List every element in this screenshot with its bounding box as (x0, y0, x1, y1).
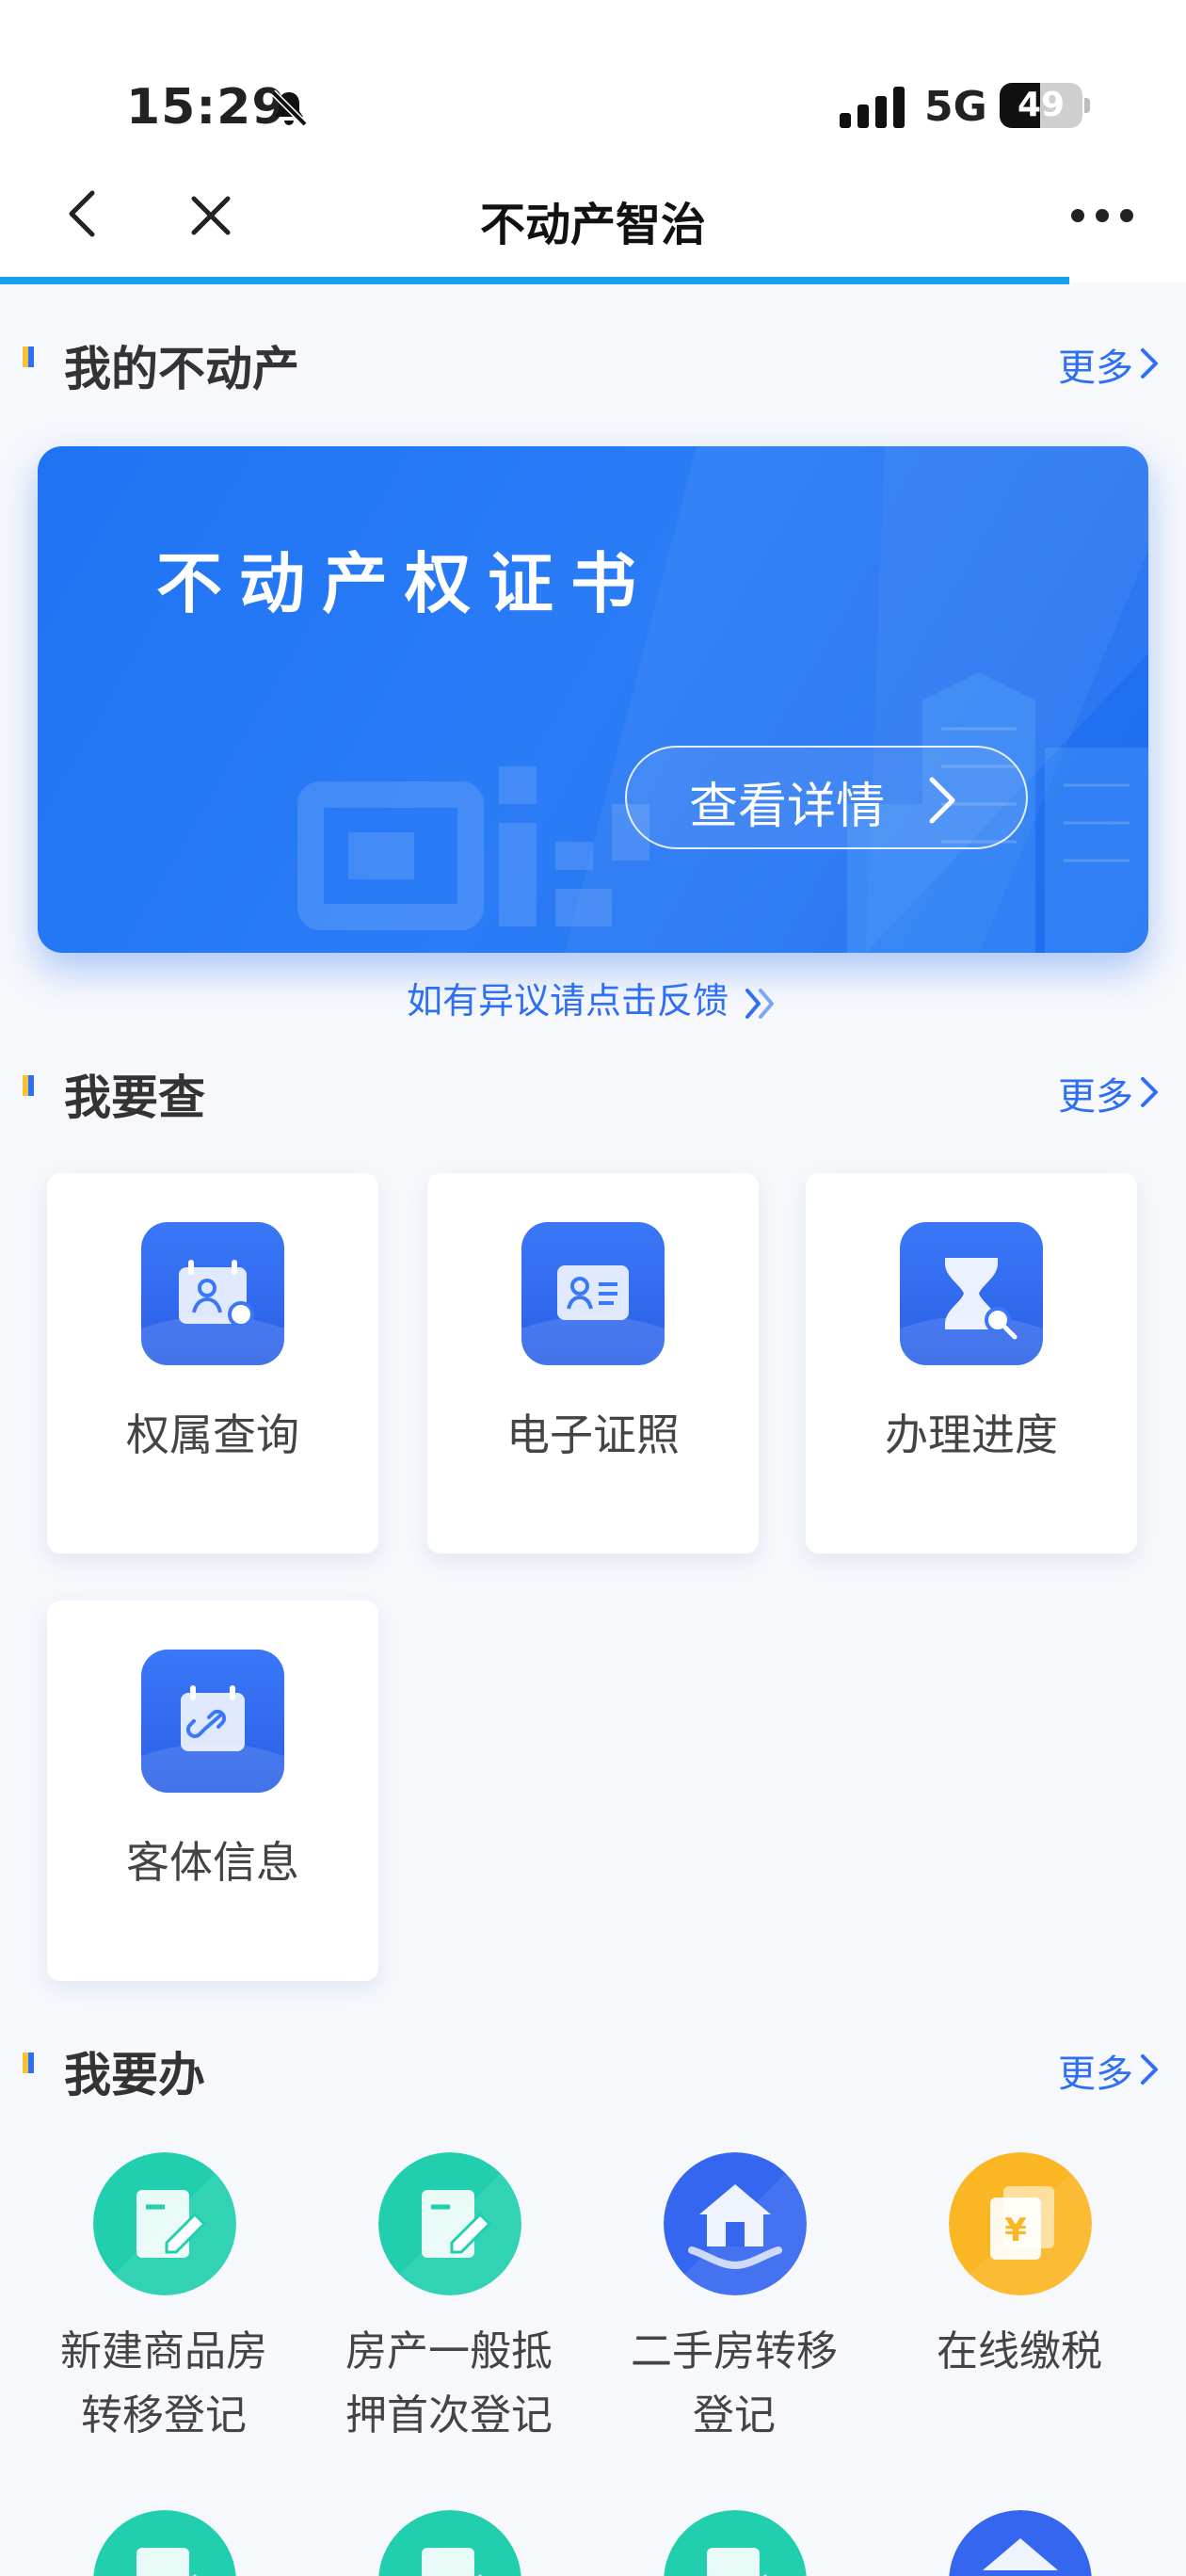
edit-form-icon (378, 2152, 521, 2295)
yuan-document-icon: ¥ (949, 2152, 1092, 2295)
edit-form-icon[interactable] (664, 2510, 807, 2576)
tile-label: 办理进度 (885, 1409, 1058, 1460)
tile-label: 客体信息 (126, 1837, 299, 1888)
chevron-right-icon[interactable] (1139, 346, 1160, 380)
screen: 15:29 5G 49 不动产智治 我的不动产 更多 不动产权证书 查看详情 如… (0, 0, 1186, 2576)
house-icon[interactable] (949, 2510, 1092, 2576)
query-tile-e-license[interactable]: 电子证照 (427, 1173, 759, 1554)
signal-icon (840, 87, 905, 128)
feedback-text: 如有异议请点击反馈 (406, 980, 729, 1022)
more-link[interactable]: 更多 (1058, 337, 1133, 392)
bell-muted-icon (270, 89, 308, 127)
service-label: 房产一般抵 押首次登记 (345, 2327, 553, 2439)
property-certificate-card[interactable]: 不动产权证书 查看详情 (38, 446, 1148, 953)
service-label: 在线缴税 (937, 2327, 1102, 2375)
section-marker (23, 2053, 34, 2073)
nav-bar: 不动产智治 (0, 165, 1186, 282)
hourglass-search-icon (900, 1222, 1043, 1365)
chevron-right-icon (929, 777, 955, 824)
edit-form-icon (93, 2152, 236, 2295)
section-header-services: 我要办 更多 (0, 2028, 1186, 2103)
tile-label: 权属查询 (126, 1409, 299, 1460)
query-tile-progress[interactable]: 办理进度 (806, 1173, 1137, 1554)
edit-form-icon[interactable] (93, 2510, 236, 2576)
status-bar: 15:29 5G 49 (0, 0, 1186, 165)
section-marker (23, 346, 34, 367)
card-title: 不动产权证书 (156, 545, 653, 622)
edit-form-icon[interactable] (378, 2510, 521, 2576)
page-load-progress (0, 277, 1069, 284)
section-title: 我要查 (64, 1071, 205, 1125)
service-mortgage-registration[interactable]: 房产一般抵 押首次登记 (308, 2152, 590, 2472)
feedback-link[interactable]: 如有异议请点击反馈 (0, 972, 1186, 1023)
calendar-link-icon (141, 1650, 284, 1793)
service-second-hand-transfer[interactable]: 二手房转移 登记 (593, 2152, 875, 2472)
tile-label: 电子证照 (506, 1409, 680, 1460)
house-hand-icon (664, 2152, 807, 2295)
service-new-house-transfer[interactable]: 新建商品房 转移登记 (23, 2152, 305, 2472)
chevron-right-icon[interactable] (1139, 1075, 1160, 1109)
more-options-icon[interactable] (1069, 204, 1135, 227)
service-label: 新建商品房 转移登记 (60, 2327, 267, 2439)
more-link[interactable]: 更多 (1058, 2043, 1133, 2098)
query-tile-ownership[interactable]: 权属查询 (47, 1173, 378, 1554)
view-details-label: 查看详情 (689, 779, 886, 835)
service-online-tax[interactable]: ¥ 在线缴税 (878, 2152, 1161, 2472)
card-decoration (297, 446, 1148, 953)
service-label: 二手房转移 登记 (631, 2327, 838, 2439)
network-type: 5G (924, 83, 987, 131)
status-time: 15:29 (126, 79, 287, 136)
view-details-button[interactable]: 查看详情 (625, 746, 1028, 849)
battery-level: 49 (1017, 86, 1066, 124)
svg-text:¥: ¥ (1004, 2212, 1027, 2249)
page-title: 不动产智治 (479, 199, 706, 251)
section-header-my-property: 我的不动产 更多 (0, 322, 1186, 397)
more-link[interactable]: 更多 (1058, 1066, 1133, 1120)
id-card-icon (521, 1222, 665, 1365)
battery-icon: 49 (1000, 83, 1090, 128)
section-marker (23, 1075, 34, 1096)
double-chevron-right-icon (745, 988, 774, 1019)
chevron-right-icon[interactable] (1139, 2053, 1160, 2086)
section-header-query: 我要查 更多 (0, 1051, 1186, 1126)
section-title: 我的不动产 (64, 342, 299, 396)
section-title: 我要办 (64, 2048, 205, 2102)
query-tile-object-info[interactable]: 客体信息 (47, 1601, 378, 1981)
ownership-search-icon (141, 1222, 284, 1365)
